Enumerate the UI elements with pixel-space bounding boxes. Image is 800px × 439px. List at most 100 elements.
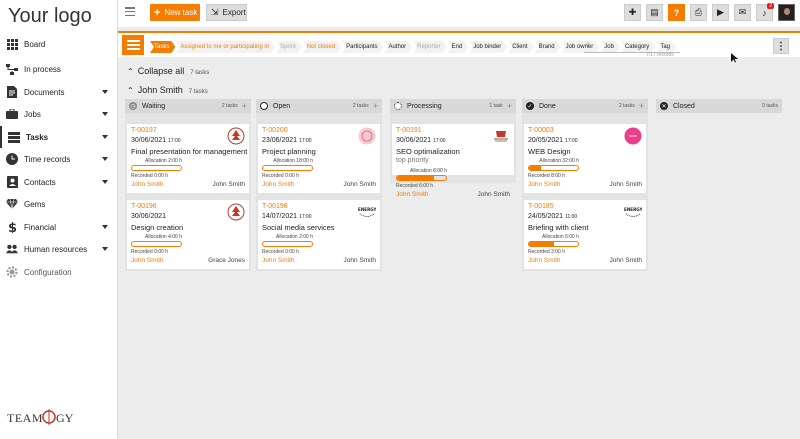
sidebar-item-jobs[interactable]: Jobs xyxy=(0,103,118,125)
recorded-text: Recorded 0:00 h xyxy=(131,249,168,255)
status-processing-icon xyxy=(394,102,402,110)
task-id[interactable]: T-00003 xyxy=(528,127,554,134)
filter-chip-sprint[interactable]: Sprint xyxy=(276,41,302,53)
task-title: SEO optimalization xyxy=(396,147,460,156)
print-icon[interactable]: ⎙ xyxy=(690,4,707,21)
task-card[interactable]: T-00198 14/07/2021 17:00 Social media servi… xyxy=(257,199,381,270)
assignee-name[interactable]: John Smith xyxy=(131,257,164,264)
plus-icon: + xyxy=(154,6,161,19)
task-card[interactable]: T-00185 24/05/2021 11:00 Briefing with clie… xyxy=(523,199,647,270)
sidebar-item-gems[interactable]: Gems xyxy=(0,193,118,215)
task-card[interactable]: T-00197 30/06/2021 17:00 Final presentation… xyxy=(126,123,250,194)
chat-icon[interactable]: ✉ xyxy=(734,4,751,21)
task-due-date: 30/06/2021 17:00 xyxy=(396,137,446,144)
assignee-name[interactable]: John Smith xyxy=(131,181,164,188)
svg-text:TEAM: TEAM xyxy=(7,411,43,425)
chevron-down-icon[interactable] xyxy=(102,112,108,116)
owner-name: John Smith xyxy=(343,257,376,264)
recorded-text: Recorded 0:00 h xyxy=(131,173,168,179)
task-id[interactable]: T-00198 xyxy=(262,203,288,210)
sidebar-item-human-resources[interactable]: Human resources xyxy=(0,238,118,260)
progress-bar xyxy=(528,241,579,247)
app-logo[interactable]: Your logo xyxy=(8,5,92,28)
svg-text:$: $ xyxy=(8,221,16,233)
filter-chip-client[interactable]: Client xyxy=(508,41,533,53)
task-title: WEB Design xyxy=(528,147,571,156)
filter-chip-not-closed[interactable]: Not closed xyxy=(303,41,341,53)
task-card[interactable]: T-00196 30/06/2021 Design creation Allocati… xyxy=(126,199,250,270)
tasks-list-icon[interactable] xyxy=(122,35,144,55)
red-tree-logo xyxy=(227,127,245,145)
filter-chip-brand[interactable]: Brand xyxy=(535,41,561,53)
assignee-name[interactable]: John Smith xyxy=(262,257,295,264)
sidebar-item-time-records[interactable]: Time records xyxy=(0,148,118,170)
hamburger-icon[interactable] xyxy=(125,7,135,16)
sidebar-item-documents[interactable]: Documents xyxy=(0,81,118,103)
filter-chip-end[interactable]: End xyxy=(448,41,469,53)
energy-logo: ENERGY xyxy=(358,203,376,221)
sidebar: Your logo Board In process Documents Jobs Ta… xyxy=(0,0,118,439)
chevron-down-icon[interactable] xyxy=(102,247,108,251)
sidebar-item-configuration[interactable]: Configuration xyxy=(0,261,118,283)
svg-text:GY: GY xyxy=(56,411,73,425)
task-id[interactable]: T-00197 xyxy=(131,127,157,134)
filter-chip-participants[interactable]: Participants xyxy=(342,41,383,53)
allocation-text: Allocation 8:00 h xyxy=(410,168,447,174)
add-task-icon[interactable]: + xyxy=(507,101,512,111)
group-john-smith[interactable]: ⌃ John Smith 7 tasks xyxy=(127,85,208,95)
filter-chip-assigned-to-me-or-participating-in[interactable]: Assigned to me or participating in xyxy=(176,41,275,53)
task-id[interactable]: T-00185 xyxy=(528,203,554,210)
task-id[interactable]: T-00200 xyxy=(262,127,288,134)
note-icon[interactable]: ▤ xyxy=(646,4,663,21)
recorded-text: Recorded 0:00 h xyxy=(262,173,299,179)
task-due-date: 20/05/2021 17:00 xyxy=(528,137,578,144)
chevron-down-icon[interactable] xyxy=(102,90,108,94)
chevron-down-icon[interactable] xyxy=(102,157,108,161)
allocation-text: Allocation 2:00 h xyxy=(276,234,313,240)
avatar[interactable] xyxy=(778,4,795,21)
export-button[interactable]: ⇲ Export xyxy=(206,4,247,21)
filter-chip-tasks[interactable]: Tasks xyxy=(150,41,175,53)
recorded-text: Recorded 3:00 h xyxy=(528,249,565,255)
filter-chip-author[interactable]: Author xyxy=(384,41,412,53)
help-icon[interactable]: ? xyxy=(668,4,685,21)
sidebar-item-tasks[interactable]: Tasks xyxy=(0,126,118,148)
chevron-down-icon[interactable] xyxy=(102,135,108,139)
sidebar-item-in-process[interactable]: In process xyxy=(0,58,118,80)
more-options-icon[interactable]: ⋮ xyxy=(773,38,789,54)
sidebar-item-contacts[interactable]: Contacts xyxy=(0,171,118,193)
task-due-date: 14/07/2021 17:00 xyxy=(262,213,312,220)
task-card[interactable]: T-00003 20/05/2021 17:00 WEB Design Allocati… xyxy=(523,123,647,194)
chevron-down-icon[interactable] xyxy=(102,225,108,229)
filter-chip-job-binder[interactable]: Job binder xyxy=(469,41,507,53)
mouse-cursor-icon xyxy=(731,53,738,63)
assignee-name[interactable]: John Smith xyxy=(528,181,561,188)
bell-icon[interactable]: ♪ 2 xyxy=(756,3,774,21)
progress-bar xyxy=(131,165,182,171)
new-task-button[interactable]: + New task xyxy=(150,4,200,21)
assignee-name[interactable]: John Smith xyxy=(528,257,561,264)
add-icon[interactable]: ✚ xyxy=(624,4,641,21)
add-task-icon[interactable]: + xyxy=(639,101,644,111)
add-task-icon[interactable]: + xyxy=(373,101,378,111)
column-header-waiting: ◷ Waiting 2 tasks + xyxy=(125,99,251,113)
column-header-done: ✓ Done 2 tasks + xyxy=(522,99,648,113)
sidebar-item-board[interactable]: Board xyxy=(0,33,118,55)
video-icon[interactable]: ▶ xyxy=(712,4,729,21)
status-waiting-icon: ◷ xyxy=(129,102,137,110)
assignee-name[interactable]: John Smith xyxy=(262,181,295,188)
add-task-icon[interactable]: + xyxy=(242,101,247,111)
task-card[interactable]: T-00191 30/06/2021 17:00 SEO optimalization… xyxy=(391,123,515,198)
sidebar-item-financial[interactable]: $ Financial xyxy=(0,216,118,238)
task-id[interactable]: T-00196 xyxy=(131,203,157,210)
notification-badge: 2 xyxy=(767,3,774,9)
task-due-date: 23/06/2021 17:00 xyxy=(262,137,312,144)
assignee-name[interactable]: John Smith xyxy=(396,191,429,198)
gear-icon xyxy=(6,266,18,278)
chevron-down-icon[interactable] xyxy=(102,180,108,184)
task-card[interactable]: T-00200 23/06/2021 17:00 Project planning Al… xyxy=(257,123,381,194)
collapse-all-toggle[interactable]: ⌃ Collapse all 7 tasks xyxy=(127,66,209,76)
filter-chip-reporter[interactable]: Reporter xyxy=(413,41,446,53)
grid-icon xyxy=(6,38,18,50)
task-id[interactable]: T-00191 xyxy=(396,127,422,134)
